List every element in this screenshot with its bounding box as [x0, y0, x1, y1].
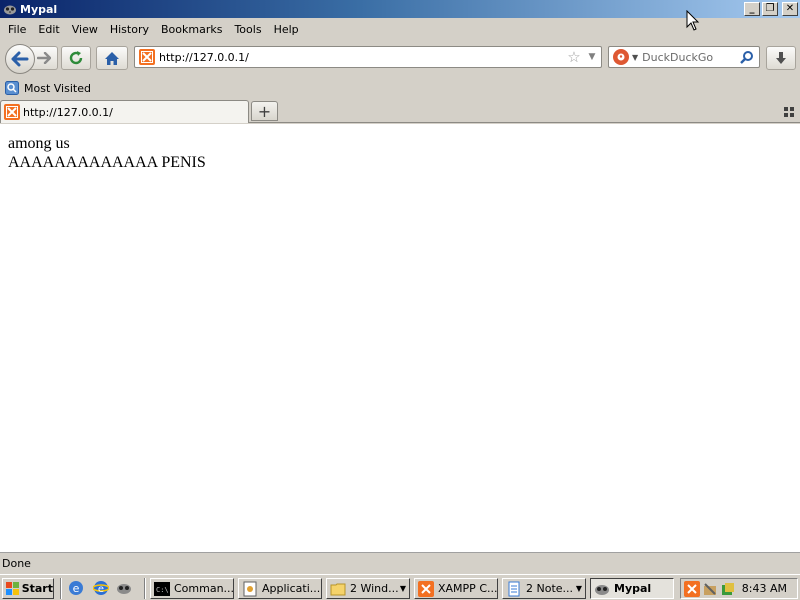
group-caret-icon: ▼ [399, 584, 406, 593]
quicklaunch-ie-icon[interactable]: e [93, 580, 109, 596]
menu-view[interactable]: View [66, 23, 104, 36]
taskbar-separator [144, 578, 146, 599]
menu-history[interactable]: History [104, 23, 155, 36]
task-windows-group[interactable]: 2 Wind... ▼ [326, 578, 410, 599]
status-text: Done [2, 557, 31, 570]
menu-tools[interactable]: Tools [228, 23, 267, 36]
task-command-prompt[interactable]: C:\ Comman... [150, 578, 234, 599]
url-dropdown-icon[interactable]: ▼ [583, 52, 601, 62]
status-bar: Done [0, 552, 800, 574]
page-content: among us AAAAAAAAAAAAA PENIS [0, 124, 800, 552]
tab-list-icon[interactable] [784, 107, 794, 117]
bookmark-star-icon[interactable]: ☆ [565, 48, 583, 66]
download-arrow-icon [776, 52, 786, 64]
minimize-button[interactable]: _ [744, 2, 760, 16]
downloads-button[interactable] [766, 46, 796, 70]
back-button[interactable] [5, 44, 35, 74]
task-label: Mypal [614, 582, 652, 595]
tab-title: http://127.0.0.1/ [23, 105, 113, 119]
most-visited-icon [5, 81, 19, 95]
address-bar[interactable]: http://127.0.0.1/ ☆ ▼ [134, 46, 602, 68]
taskbar: Start e e C:\ Comman... Applicati... 2 W… [0, 574, 800, 600]
url-text[interactable]: http://127.0.0.1/ [159, 51, 565, 64]
menu-bar: File Edit View History Bookmarks Tools H… [0, 18, 800, 40]
task-application[interactable]: Applicati... [238, 578, 322, 599]
mouse-cursor-icon [686, 10, 700, 31]
restore-button[interactable]: ❐ [762, 2, 778, 16]
task-label: 2 Wind... [350, 582, 399, 595]
tab-strip: http://127.0.0.1/ + [0, 99, 800, 123]
notepad-icon [508, 581, 520, 596]
task-label: Applicati... [262, 582, 321, 595]
tools-tray-icon[interactable] [702, 581, 718, 597]
xampp-icon [418, 580, 434, 597]
forward-arrow-icon [36, 52, 51, 64]
close-button[interactable]: ✕ [782, 2, 798, 16]
menu-file[interactable]: File [2, 23, 32, 36]
start-button[interactable]: Start [2, 578, 54, 599]
quicklaunch-ie-settings-icon[interactable]: e [68, 580, 84, 596]
window-title: Mypal [20, 2, 58, 16]
svg-text:e: e [73, 582, 80, 595]
task-label: Comman... [174, 582, 234, 595]
most-visited-bookmark[interactable]: Most Visited [5, 81, 91, 95]
application-icon [243, 581, 257, 596]
xampp-tray-icon[interactable] [684, 580, 700, 597]
task-notepad-group[interactable]: 2 Note... ▼ [502, 578, 586, 599]
search-bar[interactable]: ▼ DuckDuckGo [608, 46, 760, 68]
security-tray-icon[interactable] [720, 581, 736, 597]
plus-icon: + [257, 101, 272, 121]
close-icon: ✕ [785, 3, 795, 14]
taskbar-separator [60, 578, 62, 599]
mypal-icon [595, 584, 609, 595]
group-caret-icon: ▼ [575, 584, 582, 593]
xampp-site-icon [139, 49, 155, 65]
menu-edit[interactable]: Edit [32, 23, 65, 36]
clock[interactable]: 8:43 AM [742, 582, 787, 595]
home-icon [105, 51, 119, 65]
search-engine-caret-icon[interactable]: ▼ [632, 53, 638, 62]
svg-text:e: e [98, 584, 104, 595]
start-label: Start [21, 582, 53, 595]
reload-icon [69, 51, 83, 65]
new-tab-button[interactable]: + [251, 101, 278, 121]
windows-flag-icon [6, 582, 19, 595]
minimize-icon: _ [749, 3, 755, 14]
task-label: 2 Note... [526, 582, 574, 595]
search-input[interactable]: DuckDuckGo [642, 51, 739, 64]
task-xampp[interactable]: XAMPP C... [414, 578, 498, 599]
menu-help[interactable]: Help [268, 23, 305, 36]
svg-text:C:\: C:\ [156, 586, 169, 594]
title-bar[interactable]: Mypal _ ❐ ✕ [0, 0, 800, 18]
back-arrow-icon [11, 51, 29, 67]
mypal-app-icon [3, 2, 17, 16]
xampp-tab-icon [4, 104, 20, 120]
task-label: XAMPP C... [438, 582, 498, 595]
tab-active[interactable]: http://127.0.0.1/ [0, 100, 249, 123]
content-line-2: AAAAAAAAAAAAA PENIS [8, 154, 206, 171]
restore-icon: ❐ [765, 3, 775, 14]
task-mypal[interactable]: Mypal [590, 578, 674, 599]
content-line-1: among us [8, 135, 70, 152]
bookmarks-toolbar: Most Visited [0, 78, 800, 98]
home-button[interactable] [96, 46, 128, 70]
search-icon[interactable] [739, 50, 755, 64]
quicklaunch-mypal-icon[interactable] [116, 580, 132, 596]
menu-bookmarks[interactable]: Bookmarks [155, 23, 228, 36]
folder-icon [330, 583, 346, 595]
system-tray: 8:43 AM [680, 578, 798, 599]
duckduckgo-icon[interactable] [613, 49, 629, 65]
reload-button[interactable] [61, 46, 91, 70]
most-visited-label: Most Visited [24, 81, 91, 95]
cmd-icon: C:\ [154, 581, 170, 596]
